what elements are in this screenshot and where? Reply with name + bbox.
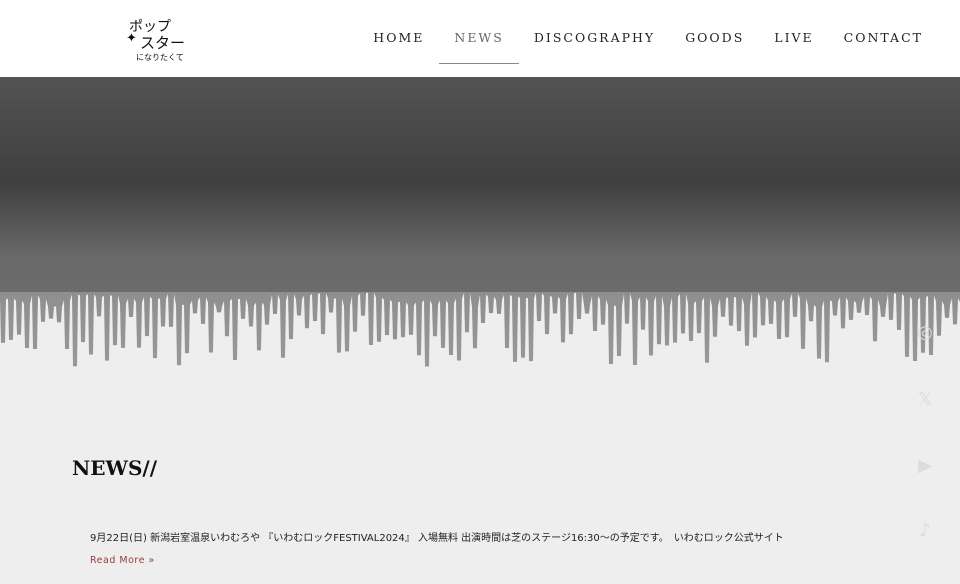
drip-dot <box>776 344 782 350</box>
drip-dot <box>520 365 526 371</box>
drip-dot <box>384 346 390 352</box>
site-header: ポップ ✦ スター になりたくて HOME NEWS DISCOGRAPHY G… <box>0 0 960 77</box>
site-logo[interactable]: ポップ ✦ スター になりたくて <box>126 14 186 62</box>
drip-edge <box>0 292 960 377</box>
drip-dot <box>504 358 510 364</box>
drip-dot <box>696 339 702 345</box>
x-icon[interactable]: 𝕏 <box>912 389 938 410</box>
logo-text: スター <box>140 34 186 52</box>
drip-dot <box>24 356 30 362</box>
drip-dot <box>248 332 254 338</box>
youtube-icon[interactable]: ▶ <box>912 455 938 476</box>
drip-decoration <box>0 77 960 377</box>
drip-dot <box>808 331 814 337</box>
drip-dot <box>896 338 902 344</box>
drip-dot <box>856 318 862 324</box>
nav-discography[interactable]: DISCOGRAPHY <box>519 30 670 55</box>
drip-dot <box>432 347 438 353</box>
section-title: NEWS// <box>72 456 158 480</box>
drip-dot <box>888 327 894 333</box>
drip-dot <box>656 353 662 359</box>
drip-dot <box>640 340 646 346</box>
nav-contact[interactable]: CONTACT <box>829 30 938 55</box>
drip-dot <box>0 349 6 355</box>
drip-dot <box>824 369 830 375</box>
main-nav: HOME NEWS DISCOGRAPHY GOODS LIVE CONTACT <box>358 30 938 64</box>
drip-dot <box>120 354 126 360</box>
drip-dot <box>624 333 630 339</box>
drip-dot <box>360 323 366 329</box>
nav-news[interactable]: NEWS <box>439 30 520 64</box>
drip-dot <box>160 336 166 342</box>
drip-dot <box>128 324 134 330</box>
drip-dot <box>272 319 278 325</box>
photo-shade <box>0 77 960 292</box>
drip-dot <box>784 346 790 352</box>
drip-dot <box>320 342 326 348</box>
instagram-icon[interactable]: ◎ <box>912 322 938 343</box>
news-item-text[interactable]: 9月22日(日) 新潟岩室温泉いわむろや 『いわむロックFESTIVAL2024… <box>90 529 784 544</box>
drip-dot <box>40 332 46 338</box>
drip-dot <box>568 342 574 348</box>
drip-dot <box>592 340 598 346</box>
nav-live[interactable]: LIVE <box>759 30 828 55</box>
drip-dot <box>224 347 230 353</box>
nav-goods[interactable]: GOODS <box>670 30 759 55</box>
drip-dot <box>312 330 318 336</box>
hero-image <box>0 77 960 377</box>
drip-dot <box>352 342 358 348</box>
logo-text: になりたくて <box>136 53 184 62</box>
drip-dot <box>728 331 734 337</box>
sparkle-icon: ✦ <box>126 31 137 46</box>
drip-dot <box>32 357 38 363</box>
nav-home[interactable]: HOME <box>358 30 439 55</box>
drip-dot <box>552 323 558 329</box>
drip-dot <box>288 346 294 352</box>
drip-dot <box>752 345 758 351</box>
read-more-link[interactable]: Read More » <box>90 555 155 566</box>
drip-dot <box>472 357 478 363</box>
drip-dot <box>8 350 14 356</box>
tiktok-icon[interactable]: ♪ <box>912 520 938 541</box>
